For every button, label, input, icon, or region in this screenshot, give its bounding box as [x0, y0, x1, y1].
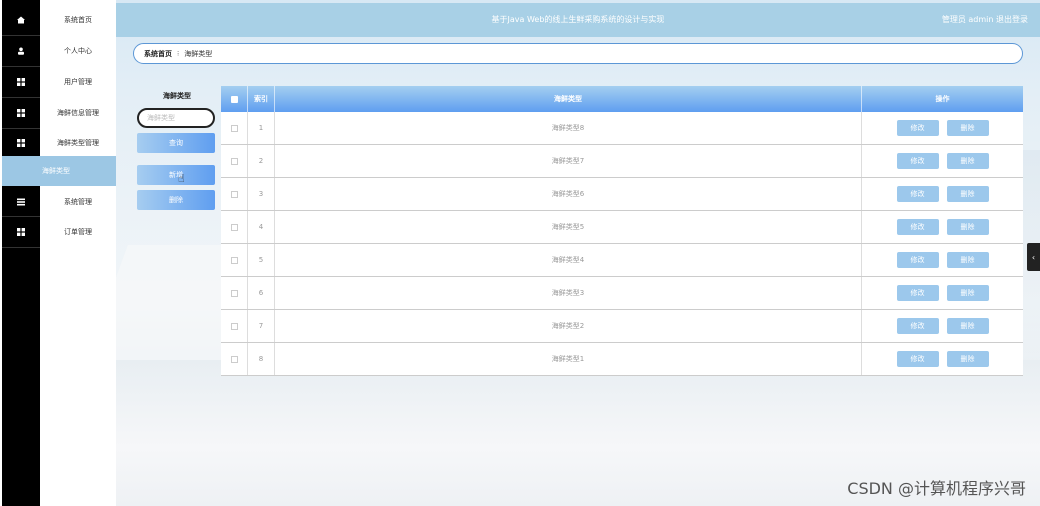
row-type: 海鲜类型1: [275, 343, 862, 375]
table-row: 2 海鲜类型7 修改 删除: [221, 145, 1023, 178]
chevron-left-icon: ‹: [1031, 252, 1036, 262]
table-row: 3 海鲜类型6 修改 删除: [221, 178, 1023, 211]
breadcrumb: 系统首页 ⁝ 海鲜类型: [133, 43, 1023, 64]
delete-button[interactable]: 删除: [946, 120, 989, 136]
search-input[interactable]: [137, 108, 215, 128]
delete-button[interactable]: 删除: [946, 285, 989, 301]
row-checkbox[interactable]: [230, 289, 238, 297]
sidebar-item-label: 海鲜信息管理: [57, 108, 99, 117]
row-checkbox[interactable]: [230, 355, 238, 363]
row-index: 3: [248, 178, 275, 210]
row-index: 1: [248, 112, 275, 144]
app-title: 基于Java Web的线上生鲜采购系统的设计与实现: [491, 15, 665, 24]
sidebar-item-label: 个人中心: [64, 46, 92, 55]
sidebar-item-home[interactable]: 系统首页: [0, 4, 116, 35]
delete-button[interactable]: 删除: [946, 153, 989, 169]
delete-button[interactable]: 删除: [946, 318, 989, 334]
column-header-type: 海鲜类型: [275, 86, 862, 112]
grid-icon: [2, 108, 40, 117]
row-type: 海鲜类型6: [275, 178, 862, 210]
grid-icon: [2, 138, 40, 147]
collapse-handle[interactable]: ‹: [1027, 243, 1040, 271]
row-checkbox[interactable]: [230, 190, 238, 198]
edit-button[interactable]: 修改: [896, 120, 939, 136]
sidebar-item-system[interactable]: 系统管理: [0, 186, 116, 217]
user-logout-link[interactable]: 管理员 admin 退出登录: [942, 3, 1028, 37]
row-index: 6: [248, 277, 275, 309]
row-type: 海鲜类型3: [275, 277, 862, 309]
sidebar-item-seafood-type[interactable]: 海鲜类型管理: [0, 127, 116, 158]
batch-delete-button[interactable]: 删除: [137, 190, 215, 210]
sidebar-item-label: 用户管理: [64, 77, 92, 86]
delete-button[interactable]: 删除: [946, 252, 989, 268]
edit-button[interactable]: 修改: [896, 153, 939, 169]
row-index: 4: [248, 211, 275, 243]
top-bar: 基于Java Web的线上生鲜采购系统的设计与实现 管理员 admin 退出登录: [116, 3, 1040, 37]
delete-button[interactable]: 删除: [946, 351, 989, 367]
seafood-type-table: 索引 海鲜类型 操作 1 海鲜类型8 修改 删除 2 海鲜类型7 修改 删除 3 海鲜类型6 修改删…: [221, 86, 1023, 376]
row-checkbox[interactable]: [230, 256, 238, 264]
row-checkbox[interactable]: [230, 223, 238, 231]
row-index: 7: [248, 310, 275, 342]
grid-icon: [2, 77, 40, 86]
table-row: 4 海鲜类型5 修改 删除: [221, 211, 1023, 244]
row-type: 海鲜类型4: [275, 244, 862, 276]
edit-button[interactable]: 修改: [896, 219, 939, 235]
edit-button[interactable]: 修改: [896, 252, 939, 268]
breadcrumb-home[interactable]: 系统首页: [144, 49, 172, 59]
sidebar-item-label: 海鲜类型管理: [57, 138, 99, 147]
row-checkbox[interactable]: [230, 157, 238, 165]
table-row: 8 海鲜类型1 修改 删除: [221, 343, 1023, 376]
table-row: 6 海鲜类型3 修改 删除: [221, 277, 1023, 310]
table-row: 1 海鲜类型8 修改 删除: [221, 112, 1023, 145]
sidebar-item-orders[interactable]: 订单管理: [0, 216, 116, 247]
table-header: 索引 海鲜类型 操作: [221, 86, 1023, 112]
delete-button[interactable]: 删除: [946, 219, 989, 235]
table-row: 5 海鲜类型4 修改 删除: [221, 244, 1023, 277]
sidebar-subitem-seafood-type[interactable]: 海鲜类型: [2, 156, 116, 186]
column-header-index: 索引: [248, 86, 275, 112]
breadcrumb-current: 海鲜类型: [184, 49, 213, 58]
sidebar-item-label: 系统首页: [64, 15, 92, 24]
sidebar-item-users[interactable]: 用户管理: [0, 66, 116, 97]
sidebar: 系统首页 个人中心 用户管理 海鲜信息管理 海鲜类型管理 海鲜类型 系统管理 订…: [0, 0, 116, 506]
breadcrumb-separator: ⁝: [177, 49, 180, 58]
menu-icon: [2, 198, 40, 206]
user-icon: [2, 47, 40, 55]
sidebar-item-profile[interactable]: 个人中心: [0, 35, 116, 66]
grid-icon: [2, 227, 40, 236]
row-index: 8: [248, 343, 275, 375]
delete-button[interactable]: 删除: [946, 186, 989, 202]
select-all-checkbox[interactable]: [230, 95, 238, 103]
sidebar-item-label: 订单管理: [64, 227, 92, 236]
hand-cursor-icon: ☝: [178, 172, 185, 185]
search-field-label: 海鲜类型: [163, 92, 191, 100]
edit-button[interactable]: 修改: [896, 186, 939, 202]
sidebar-subitem-label: 海鲜类型: [42, 167, 70, 175]
row-type: 海鲜类型7: [275, 145, 862, 177]
table-body: 1 海鲜类型8 修改 删除 2 海鲜类型7 修改 删除 3 海鲜类型6 修改 删除 4 海鲜类型5 修改 删除…: [221, 112, 1023, 376]
edit-button[interactable]: 修改: [896, 351, 939, 367]
row-checkbox[interactable]: [230, 322, 238, 330]
edit-button[interactable]: 修改: [896, 285, 939, 301]
home-icon: [2, 16, 40, 24]
row-type: 海鲜类型5: [275, 211, 862, 243]
column-header-ops: 操作: [935, 95, 950, 103]
row-checkbox[interactable]: [230, 124, 238, 132]
row-type: 海鲜类型8: [275, 112, 862, 144]
sidebar-item-seafood-info[interactable]: 海鲜信息管理: [0, 97, 116, 128]
divider: [2, 247, 40, 248]
row-index: 2: [248, 145, 275, 177]
table-row: 7 海鲜类型2 修改 删除: [221, 310, 1023, 343]
edit-button[interactable]: 修改: [896, 318, 939, 334]
row-index: 5: [248, 244, 275, 276]
row-type: 海鲜类型2: [275, 310, 862, 342]
search-button[interactable]: 查询: [137, 133, 215, 153]
add-button[interactable]: 新增: [137, 165, 215, 185]
sidebar-item-label: 系统管理: [64, 197, 92, 206]
watermark-text: CSDN @计算机程序兴哥: [847, 479, 1026, 498]
